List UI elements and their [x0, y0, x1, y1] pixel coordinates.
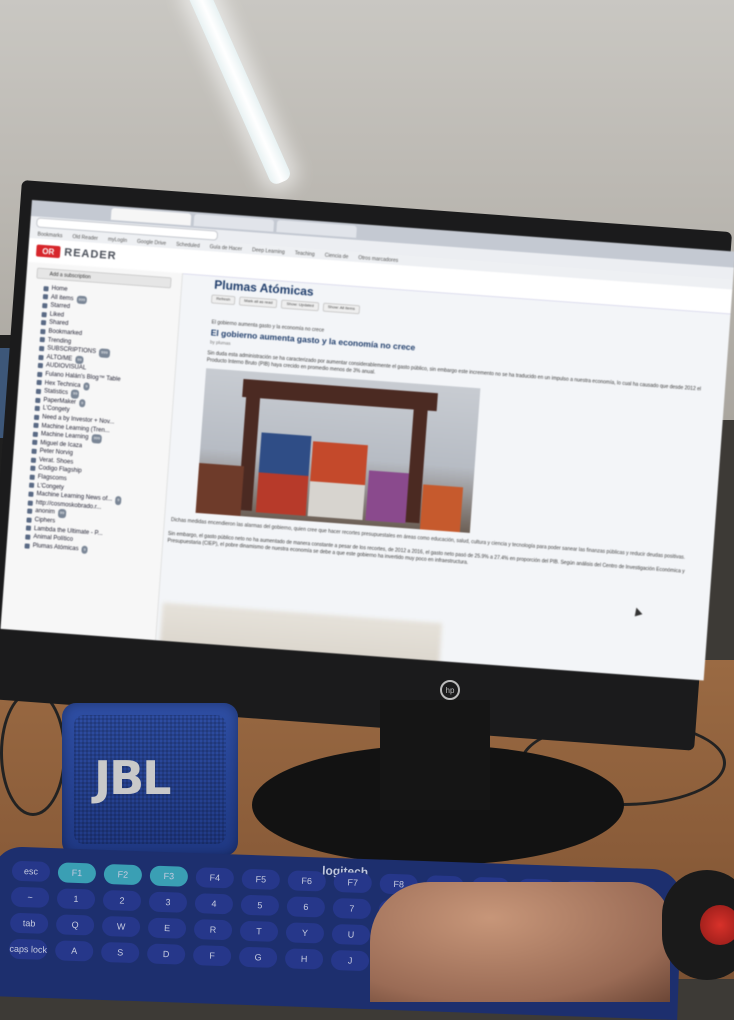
unread-count-badge: 9: [83, 381, 90, 391]
keyboard-key: ~: [10, 886, 50, 908]
unread-count-badge: 9: [78, 398, 86, 408]
subscription-list: Home All items 999 Starred Liked Shared Bookma…: [6, 283, 180, 560]
feed-icon: [35, 397, 41, 403]
keyboard-key: F5: [241, 868, 281, 891]
feed-icon: [33, 423, 39, 429]
container: [258, 432, 312, 476]
keyboard-key: 2: [102, 889, 142, 912]
feed-icon: [42, 303, 48, 309]
keyboard-key: 6: [286, 896, 326, 918]
feed-icon: [26, 517, 32, 523]
keyboard-key: W: [101, 915, 141, 938]
keyboard-key: F7: [333, 871, 373, 894]
container: [307, 481, 366, 521]
feed-icon: [24, 543, 30, 549]
feed-icon: [30, 457, 37, 463]
feed-icon: [34, 405, 40, 412]
hp-logo: hp: [440, 680, 460, 700]
keyboard-key: 7: [332, 897, 372, 920]
unread-count-badge: 999: [98, 348, 110, 358]
feed-icon: [37, 371, 43, 377]
feed-icon: [36, 380, 42, 386]
trackball: [700, 905, 734, 945]
keyboard-key: S: [100, 941, 140, 964]
container: [365, 470, 409, 524]
keyboard-key: 1: [56, 888, 96, 910]
jbl-logo: JBL: [94, 751, 171, 805]
feed-icon: [27, 500, 33, 506]
unread-count-badge: 9: [81, 545, 89, 555]
crane-beam: [242, 378, 438, 412]
keyboard-key: Y: [285, 922, 325, 944]
feed-icon: [29, 474, 35, 480]
feed-icon: [25, 525, 32, 532]
feed-icon: [40, 320, 47, 326]
feed-icon: [25, 534, 31, 540]
feed-icon: [43, 285, 49, 292]
feed-icon: [30, 465, 36, 472]
unread-count-badge: 999: [76, 295, 88, 305]
feed-icon: [42, 294, 49, 300]
toolbar-button[interactable]: Refresh: [210, 294, 236, 306]
keyboard-key: F3: [149, 865, 189, 887]
sidebar: Add a subscription Home All items 999 Starr…: [0, 261, 184, 653]
keyboard-key: F: [192, 945, 232, 967]
monitor-stand-neck: [380, 700, 490, 810]
hand: [370, 882, 670, 1002]
feed-icon: [41, 311, 47, 317]
unread-count-badge: 999: [91, 434, 103, 444]
feed-icon: [28, 483, 35, 489]
feed-icon: [38, 345, 45, 352]
toolbar-button[interactable]: Show: Updated: [281, 299, 320, 312]
keyboard-key: 5: [240, 894, 280, 917]
keyboard-key: 3: [148, 891, 188, 913]
keyboard-key: esc: [11, 860, 51, 883]
feed-icon: [31, 448, 37, 455]
main-content: Plumas Atómicas Refresh Mark all as read S…: [157, 274, 730, 681]
keyboard-key: F4: [195, 867, 235, 889]
feed-icon: [37, 363, 44, 369]
keyboard-key: Q: [55, 914, 95, 936]
keyboard-key: F1: [57, 862, 97, 884]
feed-icon: [28, 491, 34, 497]
feed-icon: [33, 414, 40, 420]
container: [195, 462, 245, 517]
cable: [0, 690, 66, 816]
feed-icon: [32, 440, 38, 446]
reader-logo-icon: OR: [35, 244, 61, 259]
container: [419, 484, 464, 533]
keyboard-key: 4: [194, 893, 234, 915]
keyboard-key: H: [284, 948, 324, 970]
app-name: READER: [63, 246, 117, 263]
toolbar-button[interactable]: Mark all as read: [238, 296, 278, 309]
keyboard-key: U: [331, 923, 371, 946]
keyboard-key: G: [238, 946, 278, 968]
toolbar-button[interactable]: Show: All items: [322, 302, 361, 315]
keyboard-key: caps lock: [8, 938, 48, 960]
container: [255, 472, 309, 516]
mouse-cursor-icon: [632, 606, 643, 617]
jbl-speaker: JBL: [62, 703, 238, 856]
unread-count-badge: 9: [114, 496, 122, 506]
article-photo-containers: [195, 368, 481, 533]
feed-icon: [32, 431, 39, 437]
feed-icon: [39, 337, 45, 343]
feed-icon: [27, 508, 33, 515]
feed-icon: [38, 354, 44, 360]
keyboard-key: A: [54, 940, 94, 962]
container: [310, 441, 368, 486]
keyboard-key: T: [239, 920, 279, 943]
keyboard-key: tab: [9, 912, 49, 934]
keyboard-key: F6: [287, 870, 327, 892]
feed-icon: [40, 328, 46, 335]
keyboard-key: J: [330, 949, 370, 972]
keyboard-key: E: [147, 917, 187, 939]
feed-icon: [35, 388, 42, 395]
keyboard-key: R: [193, 919, 233, 941]
keyboard-key: D: [146, 943, 186, 965]
unread-count-badge: 99: [57, 509, 67, 519]
monitor-screen: Bookmarks Old Reader myLogIn Google Drive Sc…: [0, 200, 734, 681]
keyboard-key: F2: [103, 863, 143, 886]
